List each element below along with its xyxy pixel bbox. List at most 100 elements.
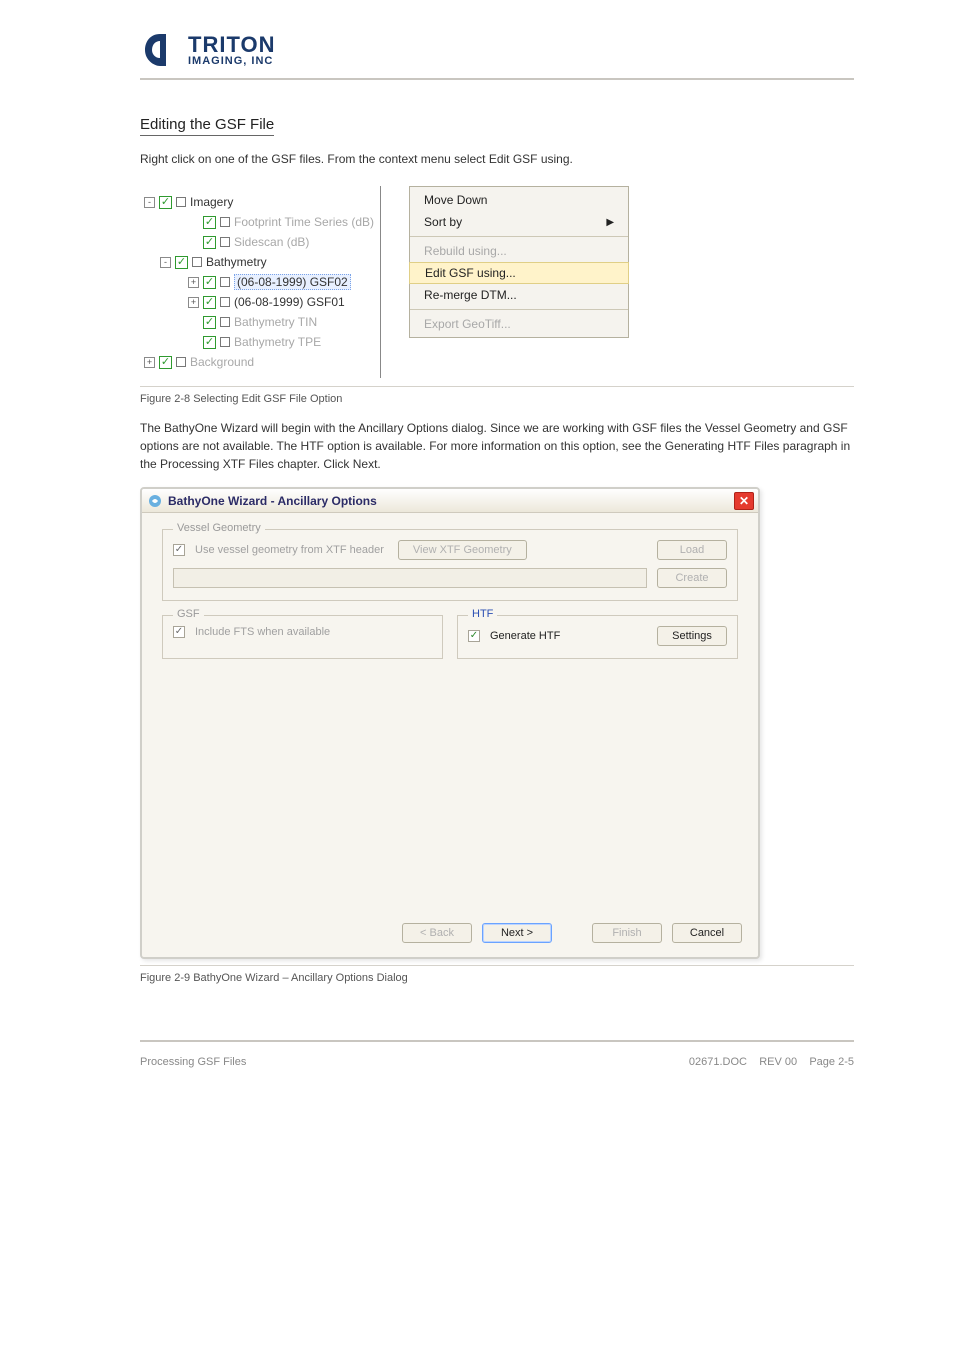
tree-item[interactable]: ✓ Bathymetry TPE	[144, 332, 374, 352]
layer-visibility-checkbox[interactable]: ✓	[159, 356, 172, 369]
tree-item-label: (06-08-1999) GSF01	[234, 295, 345, 309]
layer-swatch-icon	[192, 257, 202, 267]
htf-settings-button[interactable]: Settings	[657, 626, 727, 646]
layer-swatch-icon	[176, 357, 186, 367]
footer-page: Page 2-5	[809, 1056, 854, 1068]
menu-item[interactable]: Move Down	[410, 189, 628, 211]
layer-swatch-icon	[220, 317, 230, 327]
section-title: Editing the GSF File	[140, 116, 274, 136]
tree-item-label: Footprint Time Series (dB)	[234, 215, 374, 229]
vessel-xtf-label: Use vessel geometry from XTF header	[195, 544, 384, 556]
layer-swatch-icon	[220, 297, 230, 307]
layer-visibility-checkbox[interactable]: ✓	[203, 276, 216, 289]
finish-button: Finish	[592, 923, 662, 943]
menu-item-label: Sort by	[424, 215, 462, 229]
dialog-footer: < Back Next > Finish Cancel	[142, 913, 758, 957]
logo-line1: TRITON	[188, 34, 275, 56]
tree-item-label: Sidescan (dB)	[234, 235, 309, 249]
layer-visibility-checkbox[interactable]: ✓	[203, 236, 216, 249]
logo-text: TRITON IMAGING, INC	[188, 34, 275, 67]
tree-item-label: Bathymetry TIN	[234, 315, 317, 329]
load-button: Load	[657, 540, 727, 560]
header-rule	[140, 78, 854, 80]
tree-item[interactable]: -✓ Bathymetry	[144, 252, 374, 272]
cancel-button[interactable]: Cancel	[672, 923, 742, 943]
mid-paragraph: The BathyOne Wizard will begin with the …	[140, 419, 854, 473]
footer-docid: 02671.DOC	[689, 1056, 747, 1068]
layer-swatch-icon	[220, 337, 230, 347]
next-button[interactable]: Next >	[482, 923, 552, 943]
expand-icon[interactable]: +	[144, 357, 155, 368]
tree-item-label: Imagery	[190, 195, 233, 209]
menu-item-label: Re-merge DTM...	[424, 288, 517, 302]
figure-2-rule	[140, 965, 854, 966]
spacer-icon	[188, 217, 199, 228]
page-footer: Processing GSF Files 02671.DOC REV 00 Pa…	[140, 1052, 854, 1068]
spacer-icon	[188, 337, 199, 348]
expand-icon[interactable]: +	[188, 297, 199, 308]
generate-htf-label: Generate HTF	[490, 630, 560, 642]
layer-visibility-checkbox[interactable]: ✓	[203, 296, 216, 309]
generate-htf-checkbox[interactable]: ✓	[468, 630, 480, 642]
tree-item[interactable]: + ✓ Background	[144, 352, 374, 372]
menu-item-label: Rebuild using...	[424, 244, 507, 258]
tree-item-label: (06-08-1999) GSF02	[234, 274, 351, 290]
tree-item[interactable]: ✓ Sidescan (dB)	[144, 232, 374, 252]
menu-item: Rebuild using...	[410, 240, 628, 262]
create-button: Create	[657, 568, 727, 588]
figure-1-rule	[140, 386, 854, 387]
tree-item[interactable]: + ✓ (06-08-1999) GSF02	[144, 272, 374, 292]
layer-visibility-checkbox[interactable]: ✓	[175, 256, 188, 269]
header-logo: TRITON IMAGING, INC	[140, 30, 854, 70]
layer-visibility-checkbox[interactable]: ✓	[159, 196, 172, 209]
tree-item-label: Background	[190, 355, 254, 369]
tree-item-label: Bathymetry TPE	[234, 335, 321, 349]
figure-1-caption: Figure 2-8 Selecting Edit GSF File Optio…	[140, 393, 854, 405]
footer-right: 02671.DOC REV 00 Page 2-5	[689, 1056, 854, 1068]
menu-item-label: Move Down	[424, 193, 487, 207]
intro-paragraph: Right click on one of the GSF files. Fro…	[140, 150, 854, 168]
collapse-icon[interactable]: -	[160, 257, 171, 268]
footer-rev: REV 00	[759, 1056, 797, 1068]
menu-item[interactable]: Edit GSF using...	[409, 262, 629, 284]
back-button: < Back	[402, 923, 472, 943]
menu-item-label: Export GeoTiff...	[424, 317, 511, 331]
gsf-group: GSF ✓ Include FTS when available	[162, 615, 443, 659]
figure-1: -✓Imagery✓Footprint Time Series (dB)✓Sid…	[140, 186, 854, 378]
tree-item-label: Bathymetry	[206, 255, 267, 269]
tree-item[interactable]: -✓ Imagery	[144, 192, 374, 212]
collapse-icon[interactable]: -	[144, 197, 155, 208]
expand-icon[interactable]: +	[188, 277, 199, 288]
tree-item[interactable]: + ✓ (06-08-1999) GSF01	[144, 292, 374, 312]
layer-visibility-checkbox[interactable]: ✓	[203, 316, 216, 329]
htf-legend: HTF	[468, 608, 497, 620]
footer-rule	[140, 1040, 854, 1042]
close-icon: ✕	[739, 495, 749, 507]
context-menu[interactable]: Move Down Sort by ▶ Rebuild using... Edit GS…	[409, 186, 629, 338]
triton-logo-icon	[140, 30, 180, 70]
layer-tree[interactable]: -✓Imagery✓Footprint Time Series (dB)✓Sid…	[140, 186, 381, 378]
layer-swatch-icon	[176, 197, 186, 207]
tree-item[interactable]: ✓ Footprint Time Series (dB)	[144, 212, 374, 232]
spacer-icon	[188, 317, 199, 328]
menu-separator	[410, 236, 628, 237]
figure-2-caption: Figure 2-9 BathyOne Wizard – Ancillary O…	[140, 972, 854, 984]
logo-line2: IMAGING, INC	[188, 56, 275, 67]
menu-item-label: Edit GSF using...	[425, 266, 516, 280]
menu-item[interactable]: Sort by ▶	[410, 211, 628, 233]
menu-item: Export GeoTiff...	[410, 313, 628, 335]
bathyone-wizard-dialog: BathyOne Wizard - Ancillary Options ✕ Ve…	[140, 487, 760, 959]
menu-separator	[410, 309, 628, 310]
submenu-arrow-icon: ▶	[606, 217, 614, 228]
close-button[interactable]: ✕	[734, 492, 754, 510]
layer-swatch-icon	[220, 277, 230, 287]
include-fts-label: Include FTS when available	[195, 626, 330, 638]
menu-item[interactable]: Re-merge DTM...	[410, 284, 628, 306]
dialog-titlebar[interactable]: BathyOne Wizard - Ancillary Options ✕	[142, 489, 758, 513]
dialog-title-icon	[148, 494, 162, 508]
layer-visibility-checkbox[interactable]: ✓	[203, 336, 216, 349]
layer-visibility-checkbox[interactable]: ✓	[203, 216, 216, 229]
vessel-xtf-checkbox: ✓	[173, 544, 185, 556]
tree-item[interactable]: ✓ Bathymetry TIN	[144, 312, 374, 332]
vessel-geometry-group: Vessel Geometry ✓ Use vessel geometry fr…	[162, 529, 738, 601]
